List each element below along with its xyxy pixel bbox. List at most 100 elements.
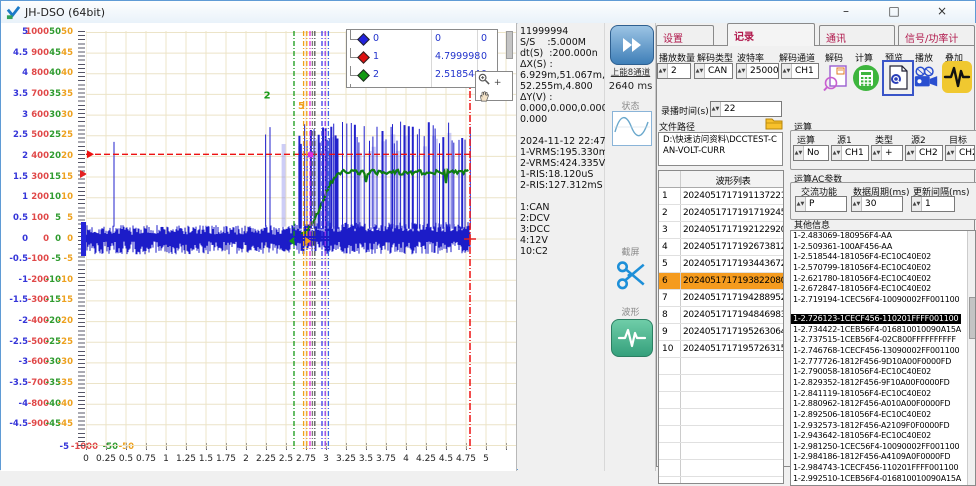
can-frame-row[interactable]: 1-2.790058-181056F4-EC10C40E02: [791, 367, 968, 378]
tab-settings[interactable]: 设置: [656, 25, 714, 45]
stepper-arrows[interactable]: ▲▼: [711, 102, 721, 116]
stepper-arrows[interactable]: ▲▼: [737, 64, 747, 78]
row-index: 8: [659, 307, 681, 323]
can-frame-row[interactable]: 1-2.719194-1CEC56F4-10090002FF001100: [791, 295, 968, 306]
other-info-scrollbar[interactable]: [967, 231, 975, 485]
ac-func-stepper[interactable]: ▲▼P: [795, 196, 847, 212]
can-frame-row[interactable]: 1-2.777726-1812F456-9D10A00F0000FD: [791, 357, 968, 368]
overlay-button[interactable]: [942, 60, 972, 94]
waveform-list-empty-row[interactable]: [659, 358, 783, 375]
stepper-arrows[interactable]: ▲▼: [872, 146, 882, 160]
y-axis-tick-label: 30: [1, 110, 73, 120]
preview-button[interactable]: [882, 60, 914, 96]
legend-row[interactable]: 000: [347, 30, 497, 48]
decode-type-stepper[interactable]: ▲▼CAN: [694, 63, 733, 79]
decode-button[interactable]: [822, 62, 850, 94]
oscilloscope-chart-region[interactable]: 54.543.532.521.510.50-0.5-1-1.5-2-2.5-3-…: [1, 23, 517, 471]
waveform-list-row[interactable]: 62024051717193822080.j: [659, 273, 783, 290]
can-frame-row[interactable]: 1-2.734422-1CEB56F4-016810010090A15A: [791, 325, 968, 336]
tab-record[interactable]: 记录: [727, 23, 815, 46]
waveform-list-empty-row[interactable]: [659, 409, 783, 426]
stepper-arrows[interactable]: ▲▼: [906, 146, 916, 160]
legend-scrollbar[interactable]: [506, 31, 513, 59]
op-source2-stepper[interactable]: ▲▼CH2: [905, 145, 943, 161]
can-frame-row[interactable]: 1-2.981250-1CEC56F4-10090002FF001100: [791, 442, 968, 453]
waveform-list-row[interactable]: 12024051717191137221.j: [659, 188, 783, 205]
op-type-stepper[interactable]: ▲▼+: [871, 145, 903, 161]
play-count-stepper[interactable]: ▲▼2: [657, 63, 691, 79]
op-source1-stepper[interactable]: ▲▼CH1: [831, 145, 869, 161]
waveform-list-row[interactable]: 72024051717194288952.j: [659, 290, 783, 307]
stepper-arrows[interactable]: ▲▼: [658, 64, 668, 78]
waveform-list-row[interactable]: 82024051717194846983.j: [659, 307, 783, 324]
pan-hand-tool[interactable]: [478, 90, 510, 106]
can-frame-row[interactable]: 1-2.726123-1CECF456-110201FFFF001100: [791, 314, 961, 325]
waveform-list-row[interactable]: 22024051717191719245.j: [659, 205, 783, 222]
can-frame-row[interactable]: 1-2.737515-1CEB56F4-02C800FFFFFFFFFF: [791, 335, 968, 346]
waveform-plot[interactable]: 25: [86, 31, 517, 449]
other-info-list[interactable]: 1-2.483069-180956F4-AA1-2.509361-100AF45…: [790, 230, 976, 486]
waveform-list-row[interactable]: 42024051717192673812.j: [659, 239, 783, 256]
can-frame-row[interactable]: 1-2.992510-1CEB56F4-016810010090A15A: [791, 474, 968, 485]
can-frame-row[interactable]: 1-2.621780-181056F4-EC10C40E02: [791, 274, 968, 285]
close-button[interactable]: ×: [925, 1, 959, 22]
info-line: 1-RIS:18.120uS: [518, 169, 604, 180]
folder-icon[interactable]: [765, 117, 783, 130]
waveform-list-table[interactable]: 波形列表 12024051717191137221.j2202405171719…: [658, 170, 784, 484]
waveform-list-empty-row[interactable]: [659, 426, 783, 443]
tab-communication[interactable]: 通讯: [819, 25, 895, 45]
waveform-list-row[interactable]: 32024051717192122920.j: [659, 222, 783, 239]
tab-signal-power[interactable]: 信号/功率计: [898, 25, 975, 45]
waveform-list-row[interactable]: 92024051717195263064.j: [659, 324, 783, 341]
can-frame-row[interactable]: 1-2.672847-181056F4-EC10C40E02: [791, 284, 968, 295]
channel-enable-label[interactable]: 上能8通道: [605, 66, 656, 78]
waveform-button[interactable]: [611, 319, 653, 357]
waveform-list-row[interactable]: 52024051717193443672.j: [659, 256, 783, 273]
stepper-arrows[interactable]: ▲▼: [912, 197, 922, 211]
minimize-button[interactable]: –: [829, 1, 863, 22]
fast-forward-button[interactable]: [610, 25, 654, 65]
stepper-arrows[interactable]: ▲▼: [782, 64, 792, 78]
can-frame-row[interactable]: 1-2.483069-180956F4-AA: [791, 231, 968, 242]
op-target-stepper[interactable]: ▲▼CH2: [945, 145, 975, 161]
stepper-arrows[interactable]: ▲▼: [796, 197, 806, 211]
calculate-button[interactable]: [852, 62, 880, 94]
can-frame-row[interactable]: 1-2.509361-100AF456-AA: [791, 242, 968, 253]
waveform-list-empty-row[interactable]: [659, 443, 783, 460]
ac-period-stepper[interactable]: ▲▼30: [851, 196, 903, 212]
legend-row[interactable]: 14.7999980: [347, 48, 497, 66]
ac-interval-stepper[interactable]: ▲▼1: [911, 196, 955, 212]
stepper-arrows[interactable]: ▲▼: [832, 146, 842, 160]
waveform-list-empty-row[interactable]: [659, 477, 783, 484]
can-frame-row[interactable]: 1-2.746768-1CECF456-13090002FF001100: [791, 346, 968, 357]
waveform-list-empty-row[interactable]: [659, 460, 783, 477]
can-frame-row[interactable]: 1-2.984186-1812F456-A4109A0F0000FD: [791, 452, 968, 463]
can-frame-row[interactable]: 1-2.570799-181056F4-EC10C40E02: [791, 263, 968, 274]
op-mode-stepper[interactable]: ▲▼No: [793, 145, 829, 161]
play-button[interactable]: [912, 62, 940, 94]
waveform-list-empty-row[interactable]: [659, 392, 783, 409]
stepper-arrows[interactable]: ▲▼: [946, 146, 956, 160]
stepper-arrows[interactable]: ▲▼: [695, 64, 705, 78]
baud-stepper[interactable]: ▲▼250000: [736, 63, 779, 79]
record-time-stepper[interactable]: ▲▼22: [710, 101, 782, 117]
file-path-box[interactable]: D:\快速访问资料\DCCTEST-CAN-VOLT-CURR: [658, 132, 783, 166]
screenshot-button[interactable]: [613, 259, 649, 293]
stepper-arrows[interactable]: ▲▼: [794, 146, 804, 160]
can-frame-row[interactable]: 1-2.943642-181056F4-EC10C40E02: [791, 431, 968, 442]
scrollbar-thumb[interactable]: [969, 297, 976, 339]
can-frame-row[interactable]: 1-2.880962-1812F456-A010A00F0000FD: [791, 399, 968, 410]
can-frame-row[interactable]: 1-2.892506-181056F4-EC10C40E02: [791, 410, 968, 421]
can-frame-row[interactable]: 1-2.829352-1812F456-9F10A00F0000FD: [791, 378, 968, 389]
plot-zoom-tools[interactable]: +: [475, 71, 513, 101]
stepper-arrows[interactable]: ▲▼: [852, 197, 862, 211]
can-frame-row[interactable]: 1-2.932573-1812F456-A2109F0F0000FD: [791, 421, 968, 432]
zoom-in-tool[interactable]: +: [478, 73, 510, 90]
maximize-button[interactable]: □: [877, 1, 911, 22]
waveform-list-row[interactable]: 102024051717195726315.j: [659, 341, 783, 358]
waveform-list-empty-row[interactable]: [659, 375, 783, 392]
can-frame-row[interactable]: 1-2.841119-181056F4-EC10C40E02: [791, 389, 968, 400]
decode-channel-stepper[interactable]: ▲▼CH1: [781, 63, 819, 79]
can-frame-row[interactable]: 1-2.984743-1CECF456-110201FFFF001100: [791, 463, 968, 474]
can-frame-row[interactable]: 1-2.518544-181056F4-EC10C40E02: [791, 252, 968, 263]
